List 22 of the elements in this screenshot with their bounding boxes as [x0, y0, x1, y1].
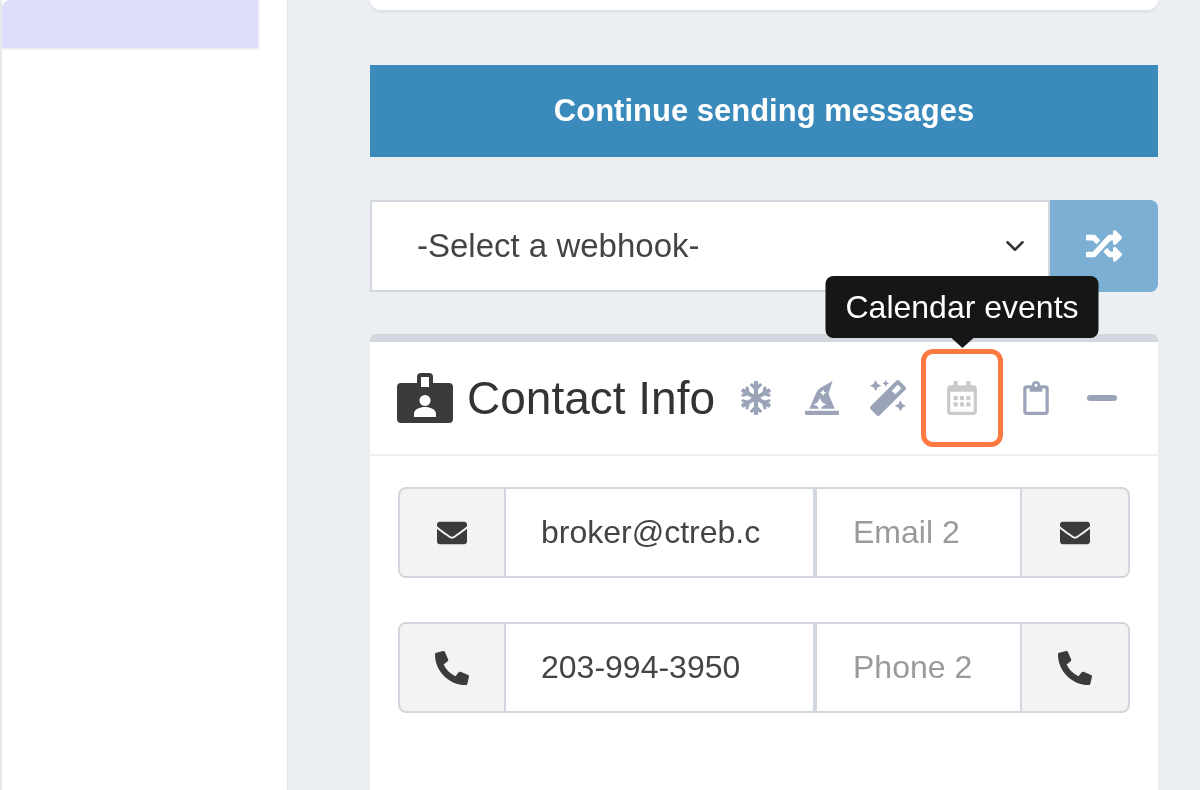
- webhook-select[interactable]: -Select a webhook-: [370, 200, 1050, 292]
- input-field[interactable]: Phone 2: [817, 622, 1020, 713]
- id-badge-icon: [397, 373, 453, 423]
- tooltip: Calendar events: [825, 276, 1099, 348]
- phone-icon: [435, 650, 469, 685]
- calendar-icon: [947, 381, 977, 415]
- phone-addon[interactable]: [1020, 622, 1130, 713]
- email-addon[interactable]: [1020, 487, 1130, 578]
- phone-icon: [1058, 650, 1092, 685]
- minus-icon: [1087, 395, 1117, 401]
- shuffle-button[interactable]: [1050, 200, 1158, 292]
- input-field[interactable]: 203-994-3950: [506, 622, 817, 713]
- card-title: Contact Info: [467, 370, 716, 426]
- shuffle-icon: [1084, 228, 1124, 264]
- input-field[interactable]: broker@ctreb.c: [506, 487, 817, 578]
- magic-wand-icon: [870, 380, 906, 416]
- clipboard-icon: [1023, 381, 1049, 415]
- tool-button[interactable]: [921, 349, 1003, 447]
- continue-button[interactable]: Continue sending messages: [370, 65, 1158, 157]
- input-field[interactable]: Email 2: [817, 487, 1020, 578]
- snowflake-icon: [740, 381, 772, 415]
- wizard-hat-icon: [805, 381, 839, 415]
